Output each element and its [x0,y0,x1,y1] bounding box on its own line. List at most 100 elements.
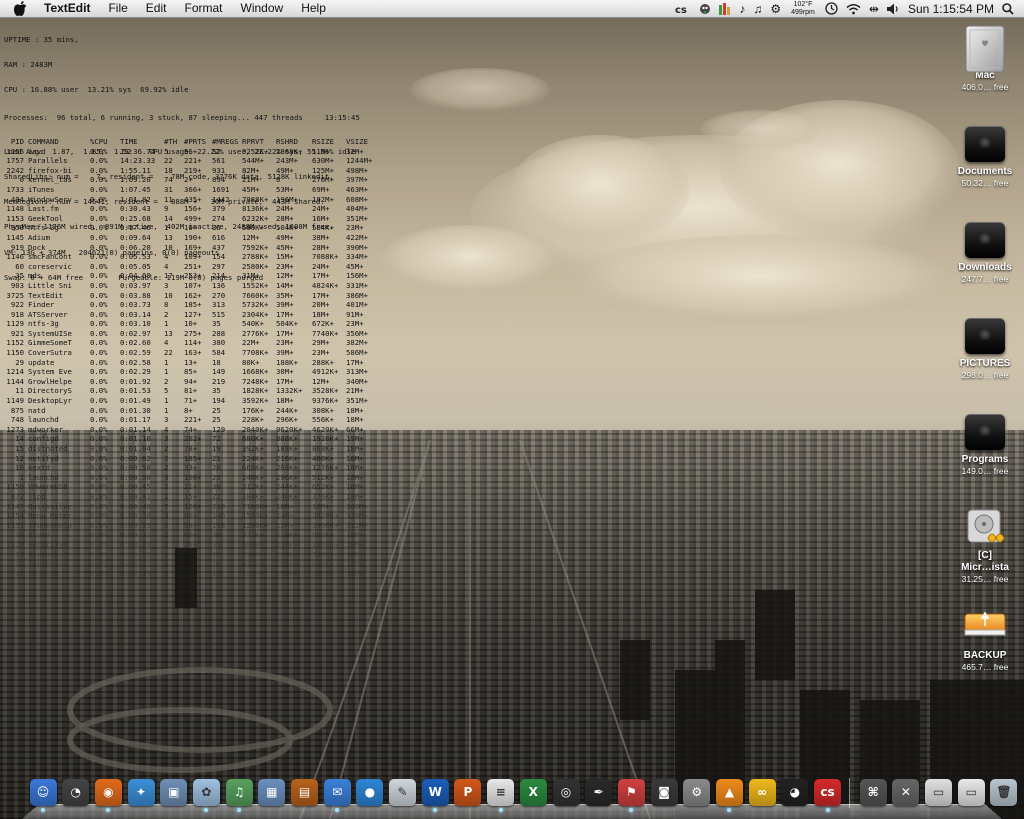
process-cell: 125M+ [312,165,334,175]
lastfm-status-icon[interactable]: cs [675,0,691,17]
process-row: 748 launchd 0.0% 0:01.17 3 221+ 25 228K+ 296K+ 55… [4,415,380,425]
dock-item-downloads-stack[interactable]: ▭ [956,776,986,808]
desktop-icon-backup[interactable]: BACKUP 465.7… free [945,604,1024,672]
dock-item-applications[interactable]: ✕ [891,776,921,808]
process-cell: 868K+ [312,444,334,453]
app-menu-textedit[interactable]: TextEdit [44,0,99,17]
process-cell: 194 [212,396,226,406]
process-cell: 561 [212,156,226,166]
process-row: 14 configd 0.0% 0:01.10 3 202+ 72 680K+ 888K+ 192… [4,434,380,444]
dock-item-ichat[interactable]: ● [355,776,385,808]
desktop-icon-windows-c[interactable]: [C] Micr…ista 31.25… free [945,504,1024,584]
process-cell: 351M+ [346,396,368,406]
process-cell: 0:05.53 [120,252,151,262]
process-cell: 9376K+ [312,396,339,406]
process-cell: launchd [28,415,59,425]
coversutra-music-icon[interactable]: ♫ [753,0,762,17]
desktop-icon-mac[interactable]: Mac 406.0… free [945,24,1024,92]
dock-item-finder[interactable]: ☺ [28,776,58,812]
process-cell: 498M+ [346,165,368,175]
dock-item-flagged[interactable]: ⚑ [616,776,646,812]
dock-item-last-fm[interactable]: cs [813,776,843,812]
bluetooth-sync-icon[interactable]: ⇹ [869,0,879,17]
process-cell: 69M+ [312,184,330,194]
process-cell: 0:01.53 [120,386,151,396]
adium-status-icon[interactable] [699,0,711,17]
dock-item-adium[interactable]: ✿ [191,776,221,812]
temperature-readout[interactable]: 102°F 499rpm [791,1,815,17]
dock-item-trash[interactable]: 🗑 [989,776,1019,808]
dock-item-aperture[interactable]: ◎ [551,776,581,808]
desktop-icon-downloads[interactable]: Downloads 247.7… free [945,216,1024,284]
dock-item-excel[interactable]: X [518,776,548,808]
dock-item-firefox[interactable]: ◉ [93,776,123,812]
process-cell: 0.0% [90,405,108,415]
apple-menu-icon[interactable] [14,1,30,17]
dock-item-powerpoint[interactable]: P [453,776,483,808]
dock-item-pen-tool[interactable]: ✒ [584,776,614,808]
spotlight-search-icon[interactable] [1002,0,1014,17]
dock-item-iphoto[interactable]: ▦ [257,776,287,808]
menu-help[interactable]: Help [292,0,335,17]
itunes-music-icon[interactable]: ♪ [739,0,745,17]
menubar-clock[interactable]: Sun 1:15:54 PM [908,0,994,17]
desktop-icon-documents[interactable]: Documents 50.32… free [945,120,1024,188]
process-cell: 2 [164,444,169,453]
process-cell: 504K+ [276,223,298,233]
dock-item-preview[interactable]: ▣ [159,776,189,808]
process-cell: 1145 [6,232,24,242]
process-cell: 888K+ [276,434,298,444]
flag-icon: ⚑ [617,778,645,806]
process-cell: 0.0% [90,213,108,223]
dock-item-mail[interactable]: ✉ [322,776,352,812]
dock-item-photo-booth[interactable]: ▤ [290,776,320,808]
process-cell: 228K+ [242,415,264,425]
menu-format[interactable]: Format [175,0,231,17]
menu-file[interactable]: File [99,0,136,17]
mac-pro-drive-icon [962,24,1008,73]
dock-item-word[interactable]: W [420,776,450,812]
desktop-icon-free-space: 31.25… free [961,574,1009,584]
desktop-icon-pictures[interactable]: PICTURES 298.0… free [945,312,1024,380]
dock-item-adium-duck[interactable]: ◕ [780,776,810,808]
process-cell: 0.0% [90,396,108,406]
process-cell: 0.0% [90,530,108,540]
process-cell: 7740K+ [312,328,339,338]
process-cell: 91M+ [346,309,364,319]
menu-edit[interactable]: Edit [137,0,176,17]
process-cell: 0:02.97 [120,328,151,338]
process-cell: 270M+ [312,175,334,185]
wifi-icon[interactable] [846,0,861,17]
dock-item-vlc[interactable]: ▲ [714,776,744,812]
time-machine-icon[interactable] [825,0,838,17]
process-cell: 0.0% [90,491,108,501]
dock-item-itunes[interactable]: ♫ [224,776,254,812]
downloads-stack-icon: ▭ [957,778,985,806]
desktop-icon-programs[interactable]: Programs 149.0… free [945,408,1024,476]
process-cell: 12M+ [276,520,294,530]
process-cell: 0:03.88 [120,290,151,300]
dock-item-script-editor[interactable]: ✎ [388,776,418,808]
volume-icon[interactable] [886,0,900,17]
process-cell: 1:55.11 [120,165,151,175]
vlc-icon: ▲ [715,778,743,806]
smc-fan-gear-icon[interactable]: ⚙ [770,0,781,17]
dock-item-textedit[interactable]: ≡ [486,776,516,812]
process-cell: 584 [212,348,226,358]
menu-window[interactable]: Window [232,0,293,17]
process-cell: 0:05.05 [120,261,151,271]
dock-item-camera[interactable]: ◙ [649,776,679,808]
cpu-meter-icon[interactable] [719,0,731,17]
process-cell: 1668K+ [242,367,269,377]
dock-item-network-tool[interactable]: ⚙ [682,776,712,808]
process-cell: 351M+ [346,213,368,223]
process-cell: 60+ [184,530,198,540]
dock-item-safari[interactable]: ✦ [126,776,156,808]
dock-item-parallels[interactable]: ∞ [747,776,777,808]
process-cell: firefox-bi [28,165,72,175]
process-cell: 185+ [184,453,202,463]
dock-item-documents-stack[interactable]: ▭ [924,776,954,808]
dock-item-dashboard[interactable]: ◔ [61,776,91,808]
process-cell: 230K+ [276,539,298,549]
dock-item-terminal-stack[interactable]: ⌘ [858,776,888,808]
